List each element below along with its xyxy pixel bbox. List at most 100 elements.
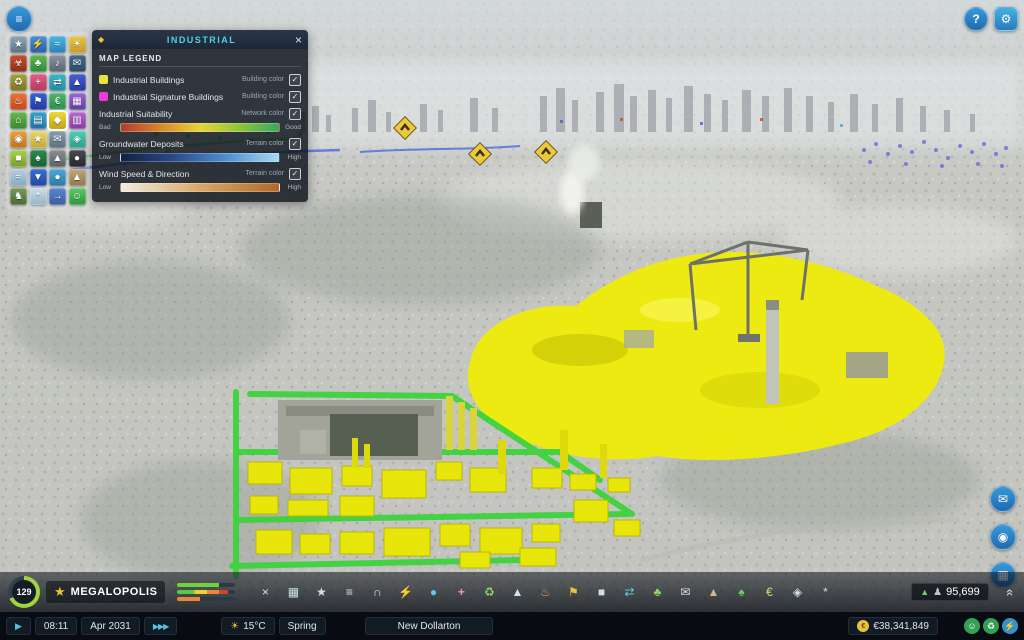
fire-rescue-tool[interactable]: ♨ [533,579,557,605]
legend-swatch [99,75,108,84]
power-indicator[interactable]: ⚡ [1002,618,1018,634]
milestone-level-badge[interactable]: 129 [8,576,40,608]
radio-infoview[interactable]: ◈ [69,131,86,148]
seasons-tool[interactable]: * [813,579,837,605]
season-value: Spring [288,621,317,632]
terrain-infoview[interactable]: ▲ [69,169,86,186]
parks-infoview[interactable]: ♣ [30,55,47,72]
mail-infoview[interactable]: ✉ [49,131,66,148]
healthcare-infoview[interactable]: + [30,74,47,91]
fisheries-infoview[interactable]: ● [49,169,66,186]
speed-icon: ▶▶▶ [153,622,168,631]
bulldoze-tool[interactable]: × [253,579,277,605]
administration-tool[interactable]: ■ [589,579,613,605]
recycling-indicator[interactable]: ♻ [983,618,999,634]
legend-checkbox[interactable]: ✓ [289,74,301,86]
happiness-infoview[interactable]: ☺ [69,188,86,205]
close-icon[interactable]: × [295,34,302,46]
forestry-infoview[interactable]: ♠ [30,150,47,167]
healthcare-tool[interactable]: + [449,579,473,605]
trophy-icon: ★ [54,584,66,600]
legend-checkbox[interactable]: ✓ [289,91,301,103]
zoning-tool[interactable]: ▦ [281,579,305,605]
legend-type-label: Terrain color [245,140,284,147]
demand-indicators[interactable] [177,583,235,601]
gear-icon: ⚙ [1001,12,1012,26]
date-display: Apr 2031 [81,617,140,635]
help-button[interactable]: ? [964,7,988,31]
electricity-infoview[interactable]: ⚡ [30,36,47,53]
water-sewage-tool[interactable]: ● [421,579,445,605]
progression-infoview[interactable]: ★ [10,36,27,53]
education-tool[interactable]: ▲ [505,579,529,605]
police-infoview[interactable]: ⚑ [30,93,47,110]
money-display[interactable]: € €38,341,849 [848,617,938,635]
photo-mode-button[interactable]: ◉ [990,524,1016,550]
signature-buildings-tool[interactable]: ★ [309,579,333,605]
oil-infoview[interactable]: ● [69,150,86,167]
noise-infoview[interactable]: ♪ [49,55,66,72]
economy-tool[interactable]: € [757,579,781,605]
snow-infoview[interactable]: * [30,188,47,205]
weather-infoview[interactable]: ☀ [69,36,86,53]
happiness-indicator[interactable]: ☺ [964,618,980,634]
legend-row-industrial-buildings: Industrial Buildings Building color ✓ [99,71,301,88]
industrial-panel: ◆ INDUSTRIAL × MAP LEGEND Industrial Bui… [92,30,308,202]
zones-infoview[interactable]: ▦ [69,93,86,110]
communications-infoview[interactable]: ✉ [69,55,86,72]
garbage-tool[interactable]: ♻ [477,579,501,605]
temperature-display[interactable]: ☀ 15°C [221,617,274,635]
legend-checkbox[interactable]: ✓ [289,138,301,150]
legend-label: Wind Speed & Direction [99,169,240,179]
main-menu-button[interactable]: ≡ [6,6,32,32]
landscaping-tool[interactable]: ▲ [701,579,725,605]
legend-type-label: Building color [242,93,284,100]
office-infoview[interactable]: ▥ [69,112,86,129]
routes-infoview[interactable]: → [49,188,66,205]
statistics-tool[interactable]: ◈ [785,579,809,605]
toolbar-expand-button[interactable]: « [1001,586,1020,597]
parks-recreation-tool[interactable]: ♣ [645,579,669,605]
population-display[interactable]: ▲ ♟ 95,699 [911,583,989,601]
transportation-infoview[interactable]: ⇄ [49,74,66,91]
fertile-land-infoview[interactable]: ■ [10,150,27,167]
milestone-chip[interactable]: ★ MEGALOPOLIS [46,581,165,603]
electricity-tool[interactable]: ⚡ [393,579,417,605]
garbage-infoview[interactable]: ♻ [10,74,27,91]
groundwater-infoview[interactable]: ▼ [30,169,47,186]
fire-safety-infoview[interactable]: ♨ [10,93,27,110]
economy-infoview[interactable]: € [49,93,66,110]
panel-header[interactable]: ◆ INDUSTRIAL × [92,30,308,49]
ore-infoview[interactable]: ▲ [49,150,66,167]
speed-control[interactable]: ▶▶▶ [144,617,177,635]
tourism-infoview[interactable]: ◉ [10,131,27,148]
wind-infoview[interactable]: ≈ [10,169,27,186]
commercial-infoview[interactable]: ▤ [30,112,47,129]
bridges-tool[interactable]: ∩ [365,579,389,605]
settings-button[interactable]: ⚙ [994,7,1018,31]
zone-demand-bar [177,590,235,594]
main-toolbar: 129 ★ MEGALOPOLIS × ▦ ★ ≡ ∩ ⚡ ● + ♻ [0,572,1024,612]
status-indicators: ☺ ♻ ⚡ [964,618,1018,634]
water-infoview[interactable]: ≈ [49,36,66,53]
education-infoview[interactable]: ▲ [69,74,86,91]
attractiveness-infoview[interactable]: ★ [30,131,47,148]
communications-tool[interactable]: ✉ [673,579,697,605]
city-name-display[interactable]: New Dollarton [365,617,493,635]
population-value: 95,699 [946,586,980,598]
wildlife-infoview[interactable]: ♞ [10,188,27,205]
environment-tool[interactable]: ♠ [729,579,753,605]
pollution-infoview[interactable]: ☣ [10,55,27,72]
police-tool[interactable]: ⚑ [561,579,585,605]
legend-row-wind: Wind Speed & Direction Terrain color ✓ L… [99,165,301,192]
city-name-value: New Dollarton [398,621,461,632]
industrial-infoview[interactable]: ◆ [49,112,66,129]
legend-checkbox[interactable]: ✓ [289,108,301,120]
roads-tool[interactable]: ≡ [337,579,361,605]
play-pause-button[interactable]: ▶ [6,617,31,635]
notifications-button[interactable]: ✉ [990,486,1016,512]
transportation-tool[interactable]: ⇄ [617,579,641,605]
legend-checkbox[interactable]: ✓ [289,168,301,180]
groundwater-gradient-bar [120,153,280,162]
residential-infoview[interactable]: ⌂ [10,112,27,129]
